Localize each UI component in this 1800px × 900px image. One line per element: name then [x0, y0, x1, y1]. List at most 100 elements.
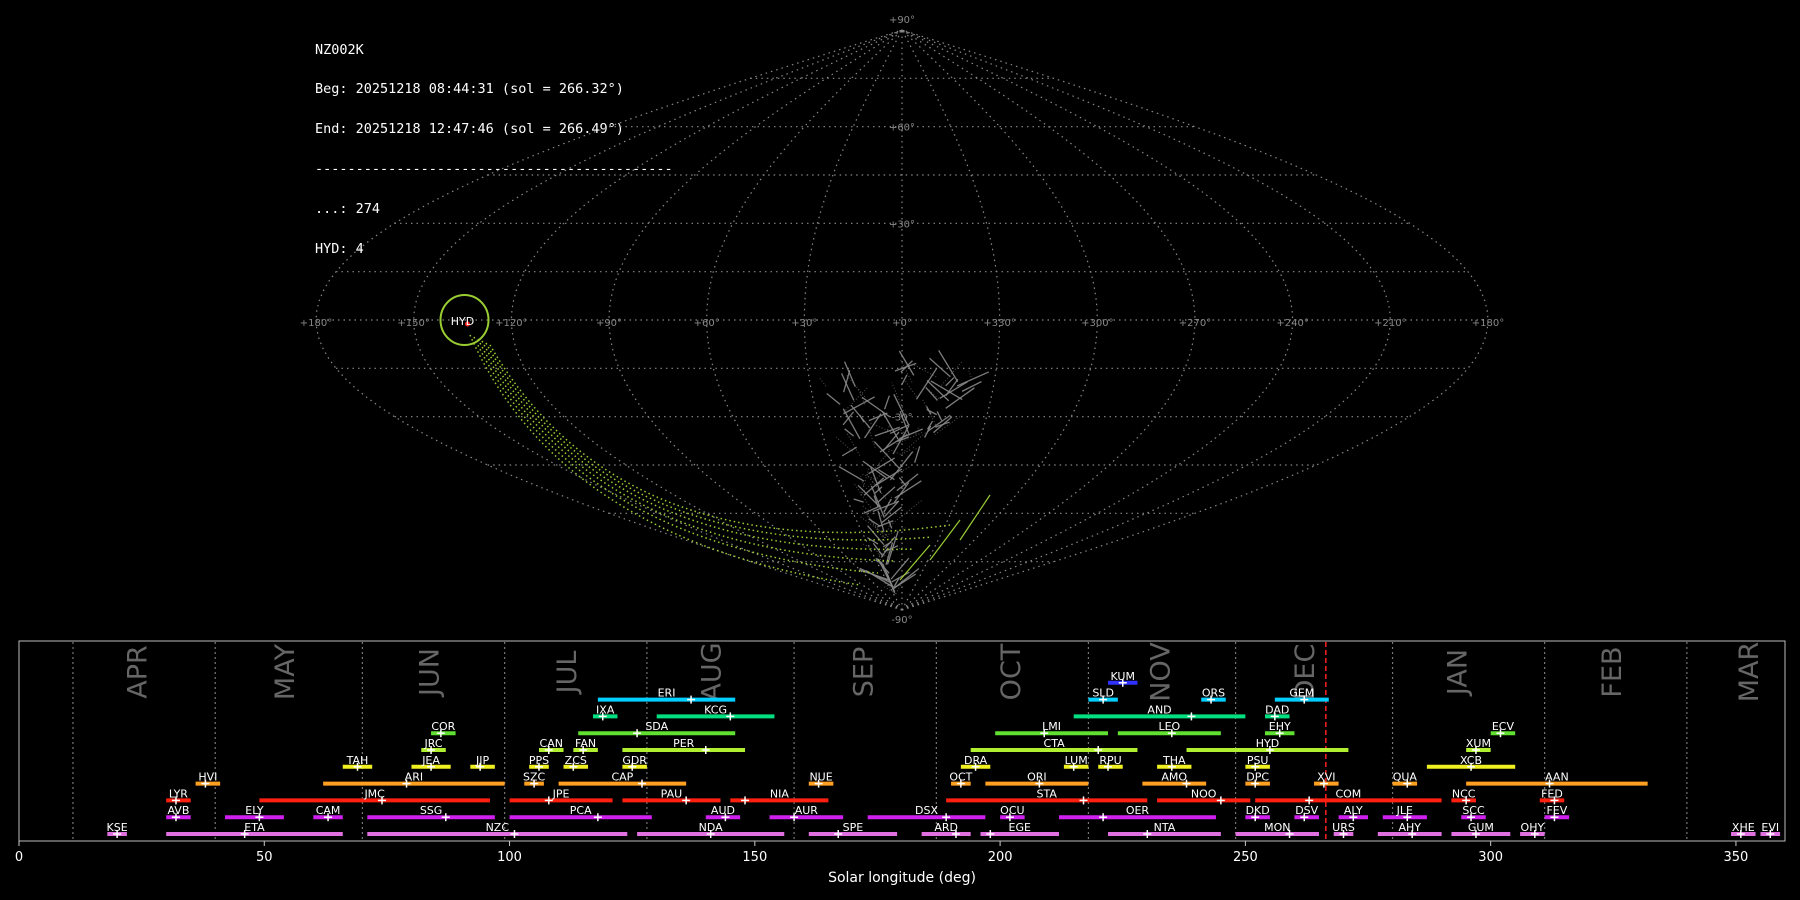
shower-label: COM — [1335, 787, 1361, 800]
shower-label: DAD — [1265, 703, 1289, 716]
shower-label: URS — [1332, 821, 1355, 834]
shower-label: OCT — [949, 771, 972, 784]
sporadic-track — [936, 411, 943, 421]
month-label: AUG — [697, 642, 728, 701]
lon-tick-label: +270° — [1179, 318, 1211, 329]
shower-label: STA — [1037, 787, 1058, 800]
shower-label: DSX — [915, 804, 938, 817]
month-label: MAR — [1734, 642, 1765, 703]
shower-label: SZC — [523, 771, 546, 784]
sporadic-track — [841, 446, 857, 457]
sporadic-track — [941, 361, 962, 386]
sporadic-track — [818, 376, 827, 387]
shower-label: KCG — [704, 703, 727, 716]
x-tick-label: 300 — [1478, 850, 1503, 865]
shower-label: XCB — [1460, 754, 1482, 767]
lon-tick-label: +180° — [300, 318, 332, 329]
shower-label: GDR — [622, 754, 647, 767]
shower-label: ARI — [405, 771, 423, 784]
shower-label: LUM — [1065, 754, 1088, 767]
sporadic-track — [898, 477, 907, 486]
lon-tick-label: +240° — [1276, 318, 1308, 329]
shower-label: AUR — [795, 804, 819, 817]
shower-label: FAN — [575, 737, 596, 750]
shower-label: NUE — [809, 771, 832, 784]
shower-label: SLD — [1092, 687, 1114, 700]
shower-label: CTA — [1044, 737, 1066, 750]
shower-label: KUM — [1111, 670, 1135, 683]
sporadic-track — [900, 374, 908, 386]
shower-label: EHY — [1269, 720, 1291, 733]
lon-tick-label: +300° — [1081, 318, 1113, 329]
shower-label: JJP — [475, 754, 489, 767]
shower-label: ORS — [1202, 687, 1225, 700]
sporadic-track — [867, 525, 885, 546]
x-tick-label: 200 — [988, 850, 1013, 865]
sporadic-track — [853, 498, 864, 503]
shower-label: RPU — [1099, 754, 1121, 767]
month-label: OCT — [996, 643, 1027, 700]
lon-tick-label: +120° — [495, 318, 527, 329]
lon-tick-label: +90° — [596, 318, 622, 329]
shower-timeline: APR MAY JUN JUL AUG SEP OCT NOV DEC JAN FEB MAR KUM… — [15, 640, 1786, 886]
shower-label: ECV — [1492, 720, 1515, 733]
sporadic-track — [923, 425, 932, 438]
sporadic-track — [930, 380, 963, 401]
shower-label: THA — [1162, 754, 1186, 767]
shower-label: LYR — [169, 787, 188, 800]
x-tick-label: 350 — [1724, 850, 1749, 865]
month-label: JAN — [1442, 649, 1473, 697]
shower-label: FEV — [1546, 804, 1567, 817]
lon-tick-label: +30° — [791, 318, 817, 329]
shower-label: CAN — [540, 737, 563, 750]
lon-tick-label: +0° — [892, 318, 912, 329]
shower-label: XHE — [1732, 821, 1755, 834]
lat-tick-label: +60° — [889, 123, 915, 134]
shower-label: JEA — [421, 754, 440, 767]
lon-tick-label: +180° — [1472, 318, 1504, 329]
sky-map: +180° +150° +120° +90° +60° +30° +0° +330° +300°… — [300, 15, 1504, 626]
x-tick-label: 100 — [497, 850, 522, 865]
shower-label: JMC — [363, 787, 385, 800]
shower-label: SPE — [843, 821, 864, 834]
shower-label: KSE — [107, 821, 128, 834]
shower-label: CAP — [611, 771, 633, 784]
sporadic-track — [956, 371, 990, 387]
sporadic-track — [926, 379, 950, 402]
shower-label: MON — [1264, 821, 1290, 834]
sporadic-track — [877, 486, 896, 503]
shower-label: NTA — [1154, 821, 1176, 834]
shower-label: ETA — [244, 821, 265, 834]
shower-label: ERI — [658, 687, 676, 700]
shower-label: CAM — [316, 804, 341, 817]
hyd-track — [489, 344, 951, 534]
lon-tick-label: +150° — [397, 318, 429, 329]
sporadic-track — [868, 518, 881, 528]
shower-label: SSG — [420, 804, 443, 817]
sporadic-track — [934, 414, 963, 435]
chart-canvas: +180° +150° +120° +90° +60° +30° +0° +330° +300°… — [15, 15, 1786, 886]
shower-label: GEM — [1289, 687, 1314, 700]
sporadic-track — [857, 484, 881, 508]
x-tick-label: 250 — [1233, 850, 1258, 865]
shower-label: PPS — [529, 754, 549, 767]
sporadic-track — [945, 377, 955, 387]
hyd-track — [485, 342, 933, 541]
sporadic-track — [843, 396, 875, 415]
shower-label: PAU — [661, 787, 683, 800]
shower-label: JPE — [552, 787, 570, 800]
shower-label: AND — [1147, 703, 1171, 716]
shower-label: DPC — [1246, 771, 1269, 784]
sporadic-track — [938, 350, 959, 383]
lon-tick-label: +60° — [694, 318, 720, 329]
x-axis: 0 50 100 150 200 250 300 350 — [15, 841, 1748, 865]
sporadic-track — [875, 468, 903, 486]
sporadic-track — [880, 547, 889, 558]
shower-label: NZC — [486, 821, 510, 834]
shower-label: HYD — [1256, 737, 1279, 750]
shower-label: ELY — [245, 804, 264, 817]
hyd-track — [473, 336, 879, 574]
shower-label: LMI — [1042, 720, 1061, 733]
shower-label: ZCS — [565, 754, 587, 767]
sporadic-track — [844, 428, 855, 437]
